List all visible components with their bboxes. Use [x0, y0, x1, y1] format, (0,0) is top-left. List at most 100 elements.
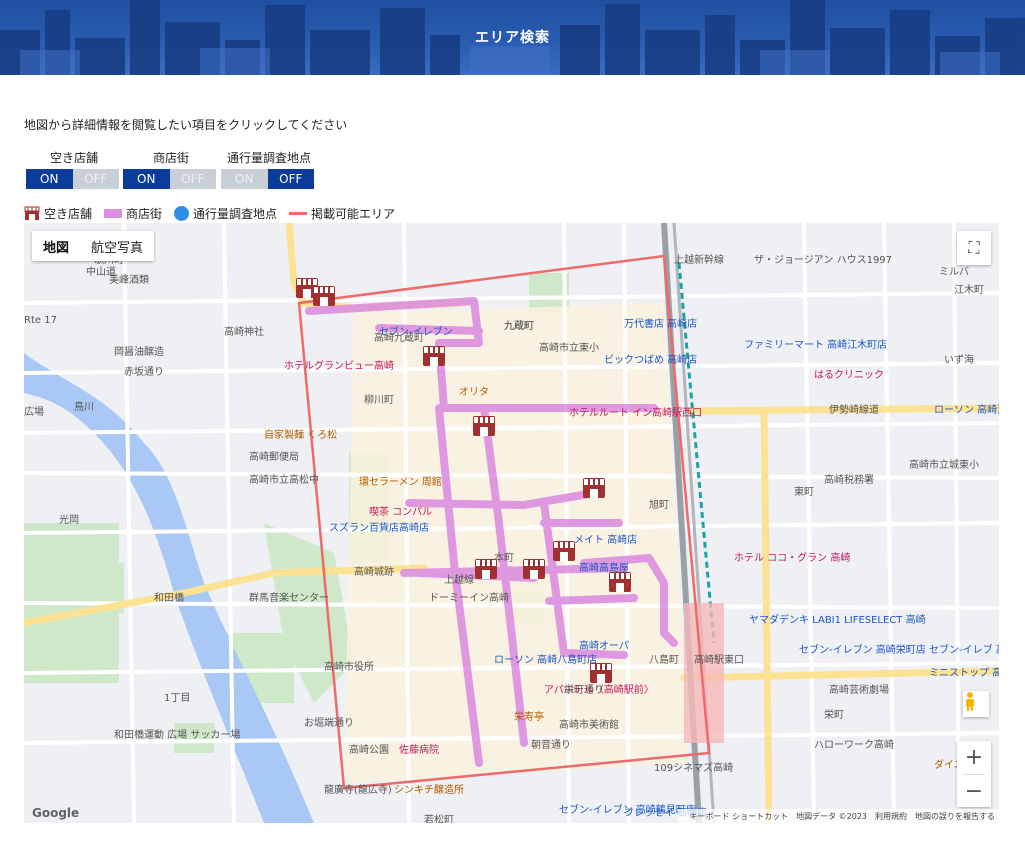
map-place-label: 朝音通り [531, 738, 571, 751]
map-place-label: ハローワーク高崎 [814, 738, 894, 751]
toggle-label: 商店街 [152, 151, 189, 165]
legend-traffic-point: 通行量調査地点 [174, 205, 277, 222]
page-header: エリア検索 [0, 0, 1025, 75]
map-place-label: 若松町 [424, 813, 454, 823]
map-place-label: ローソン 高崎八島町店 [494, 653, 597, 666]
map-place-label: 龍廣寺(龍広寺) [324, 783, 392, 796]
map-place-label: 高崎芸術劇場 [829, 683, 889, 696]
fullscreen-icon[interactable]: ⛶ [957, 231, 991, 265]
map-place-label: ドーミーイン高崎 [429, 591, 509, 604]
map-place-label: 環セラーメン 周館 [359, 475, 442, 488]
map-place-label: 自家製麺 くろ松 [264, 428, 337, 441]
vacant-shop-marker[interactable] [523, 559, 545, 579]
legend-label: 商店街 [126, 206, 163, 221]
map-place-label: ローソン 高崎江木 [934, 403, 999, 416]
map-place-label: 栄町通り [564, 684, 604, 696]
shopping-street-on-button[interactable]: ON [123, 169, 170, 189]
vacant-shop-marker[interactable] [553, 541, 575, 561]
vacant-shop-marker[interactable] [583, 478, 605, 498]
toggle-vacant-shop: 空き店舗 ON OFF [26, 149, 122, 189]
map-place-label: 江木町 [954, 284, 984, 296]
map-place-label: Rte 17 [24, 315, 57, 326]
street-view-icon [966, 692, 974, 711]
map-place-label: 栄寿亭 [514, 710, 544, 723]
map-place-label: スズラン百貨店高崎店 [329, 521, 429, 534]
map-type-satellite-button[interactable]: 航空写真 [80, 231, 154, 261]
vacant-shop-marker[interactable] [590, 663, 612, 683]
report-error-link[interactable]: 地図の誤りを報告する [915, 811, 995, 822]
map-type-map-button[interactable]: 地図 [32, 231, 80, 261]
map-place-label: 八島町 [649, 653, 679, 666]
map-place-label: 1丁目 [164, 693, 190, 704]
map-place-label: 光岡 [59, 513, 79, 526]
map-place-label: 九蔵町 [504, 319, 534, 332]
vacant-shop-marker[interactable] [423, 346, 445, 366]
pegman-icon[interactable] [963, 691, 989, 717]
map-place-label: ファミリーマート 高崎江木町店 [744, 338, 887, 351]
map-place-label: 広場 [24, 405, 44, 418]
map-place-label: 旭町 [649, 499, 669, 511]
map-place-label: 高崎公園 [349, 743, 389, 756]
map-place-label: ホテル ココ・グラン 高崎 [734, 551, 850, 564]
traffic-point-icon [174, 205, 190, 221]
vacant-shop-marker[interactable] [313, 286, 335, 306]
vacant-shop-marker[interactable] [473, 416, 495, 436]
vacant-shop-marker[interactable] [475, 559, 497, 579]
legend-area: 掲載可能エリア [289, 205, 395, 222]
map-place-label: セブン-イレブ 高崎岩押町店 [929, 643, 999, 656]
map-place-label: 和田橋運動 広場 サッカー場 [114, 728, 240, 741]
map-place-label: 伊勢崎線道 [829, 403, 879, 416]
map-place-label: 赤坂通り [124, 366, 164, 378]
terms-link[interactable]: 利用規約 [875, 811, 907, 822]
shopping-street-switch[interactable]: ON OFF [123, 169, 216, 189]
map-place-label: 高崎城跡 [354, 565, 394, 578]
map-type-control[interactable]: 地図 航空写真 [32, 231, 155, 261]
toggle-shopping-street: 商店街 ON OFF [123, 149, 219, 189]
vacant-shop-marker[interactable] [609, 572, 631, 592]
shopping-street-off-button[interactable]: OFF [169, 169, 216, 189]
map-place-label: ビックつばめ 高崎店 [604, 353, 697, 366]
map-place-label: ミニストップ 高崎岩押町店 [929, 666, 999, 679]
traffic-point-off-button[interactable]: OFF [267, 169, 314, 189]
zoom-control: + − [957, 741, 991, 807]
shop-icon [24, 206, 40, 220]
vacant-shop-on-button[interactable]: ON [26, 169, 73, 189]
vacant-shop-off-button[interactable]: OFF [72, 169, 119, 189]
traffic-point-on-button[interactable]: ON [221, 169, 268, 189]
map-place-label: ホテルグランビュー高崎 [284, 359, 394, 372]
map-place-label: 上越線 [444, 573, 474, 586]
map-place-label: 高崎駅 [694, 653, 724, 666]
map-place-label: いず海 [944, 353, 974, 366]
map-attribution: キーボード ショートカット 地図データ ©2023 利用規約 地図の誤りを報告す… [677, 809, 999, 823]
zoom-in-button[interactable]: + [957, 741, 991, 774]
page-title: エリア検索 [475, 30, 550, 46]
keyboard-shortcuts-link[interactable]: キーボード ショートカット [690, 811, 789, 822]
map-place-label: 上越新幹線 [674, 253, 724, 266]
legend-label: 通行量調査地点 [193, 206, 278, 221]
map-place-label: 中山道 [86, 265, 116, 278]
google-logo: Google [32, 806, 80, 820]
map-place-label: セブン-イレブン 高崎鶴見町店 [559, 803, 696, 816]
map-place-label: 高崎市美術館 [559, 718, 619, 731]
vacant-shop-switch[interactable]: ON OFF [26, 169, 119, 189]
map-place-label: 東口 [724, 653, 744, 666]
traffic-point-switch[interactable]: ON OFF [221, 169, 314, 189]
map-place-label: オリタ [459, 386, 489, 398]
map-place-label: 栄町 [824, 709, 844, 721]
map-legend: 空き店舗 商店街 通行量調査地点 掲載可能エリア [24, 203, 407, 223]
map-place-label: 高崎市立東小 [539, 341, 599, 354]
map-place-label: お堀端通り [304, 716, 354, 729]
map-place-label: はるクリニック [814, 369, 884, 381]
map-view[interactable]: 歌川町美峰酒類高崎神社岡醤油醸造赤坂通り鳥川広場Rte 17高崎九蔵町九蔵町高崎… [24, 223, 999, 823]
map-canvas[interactable]: 歌川町美峰酒類高崎神社岡醤油醸造赤坂通り鳥川広場Rte 17高崎九蔵町九蔵町高崎… [24, 223, 999, 823]
map-place-label: 高崎郵便局 [249, 450, 299, 463]
map-place-label: ヤマダデンキ LABI1 LIFESELECT 高崎 [749, 613, 926, 626]
toggle-label: 空き店舗 [49, 151, 98, 165]
toggle-label: 通行量調査地点 [226, 151, 311, 165]
zoom-out-button[interactable]: − [957, 775, 991, 808]
map-place-label: ザ・ジョージアン ハウス1997 [754, 254, 892, 266]
map-place-label: 佐藤病院 [399, 743, 439, 756]
map-place-label: メイト 高崎店 [574, 533, 637, 546]
map-place-label: 岡醤油醸造 [114, 345, 164, 358]
legend-vacant-shop: 空き店舗 [24, 205, 92, 222]
